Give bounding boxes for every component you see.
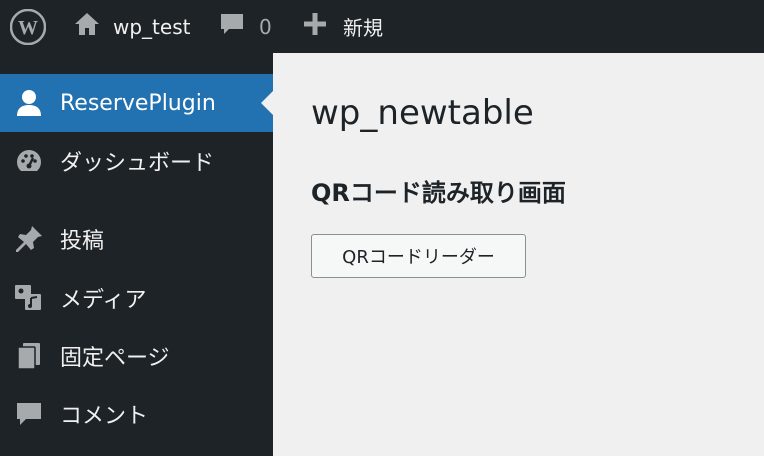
svg-text:W: W bbox=[18, 17, 38, 39]
comment-bubble-icon bbox=[14, 399, 44, 429]
admin-bar: W wp_test 0 新規 bbox=[0, 0, 764, 53]
comments-link[interactable]: 0 bbox=[219, 0, 272, 53]
wordpress-logo-icon[interactable]: W bbox=[9, 8, 47, 46]
pages-icon bbox=[14, 341, 44, 371]
main-content: wp_newtable QRコード読み取り画面 QRコードリーダー bbox=[273, 53, 764, 456]
current-indicator bbox=[261, 91, 273, 115]
page-title: wp_newtable bbox=[311, 93, 534, 133]
sidebar-item-label: ReservePlugin bbox=[60, 90, 216, 116]
user-icon bbox=[14, 88, 44, 118]
sidebar-item-pages[interactable]: 固定ページ bbox=[0, 327, 273, 385]
sidebar-item-reserveplugin[interactable]: ReservePlugin bbox=[0, 74, 273, 132]
site-name: wp_test bbox=[113, 14, 191, 39]
new-label: 新規 bbox=[343, 16, 383, 40]
sidebar-item-comments[interactable]: コメント bbox=[0, 385, 273, 443]
comments-count: 0 bbox=[259, 14, 272, 39]
sidebar-item-dashboard[interactable]: ダッシュボード bbox=[0, 132, 273, 190]
admin-sidebar: ReservePlugin ダッシュボード 投稿 メディア 固定ページ コメント bbox=[0, 53, 273, 456]
media-icon bbox=[14, 283, 44, 313]
sidebar-item-media[interactable]: メディア bbox=[0, 269, 273, 327]
comment-bubble-icon bbox=[219, 11, 245, 42]
sidebar-item-posts[interactable]: 投稿 bbox=[0, 210, 273, 268]
home-icon bbox=[73, 11, 101, 42]
new-content-link[interactable]: 新規 bbox=[303, 0, 383, 53]
pushpin-icon bbox=[14, 224, 44, 254]
dashboard-gauge-icon bbox=[14, 146, 44, 176]
qr-reader-button[interactable]: QRコードリーダー bbox=[311, 234, 526, 278]
sidebar-item-label: 投稿 bbox=[60, 229, 105, 254]
sidebar-item-label: コメント bbox=[60, 404, 149, 429]
sidebar-item-label: 固定ページ bbox=[60, 346, 170, 371]
sidebar-item-label: メディア bbox=[60, 288, 147, 313]
site-name-link[interactable]: wp_test bbox=[73, 0, 190, 53]
sidebar-item-label: ダッシュボード bbox=[60, 151, 215, 176]
section-title: QRコード読み取り画面 bbox=[311, 179, 566, 207]
plus-icon bbox=[303, 12, 327, 41]
